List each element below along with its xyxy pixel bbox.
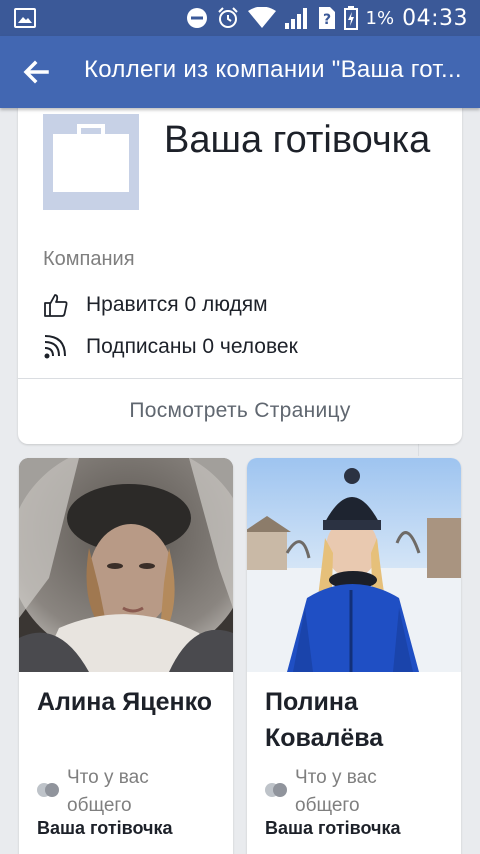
view-page-button[interactable]: Посмотреть Страницу bbox=[18, 379, 462, 443]
status-bar: ? 1% 04:33 bbox=[0, 0, 480, 36]
svg-text:?: ? bbox=[322, 12, 330, 28]
clock: 04:33 bbox=[402, 5, 468, 31]
sim-unknown-icon: ? bbox=[318, 6, 336, 30]
mutual-company: Ваша готівочка bbox=[37, 818, 173, 838]
likes-count: Нравится 0 людям bbox=[86, 293, 268, 316]
thumbs-up-icon bbox=[44, 294, 68, 317]
card-separator bbox=[418, 444, 436, 456]
mutual-company: Ваша готівочка bbox=[265, 818, 401, 838]
company-name[interactable]: Ваша готівочка bbox=[164, 118, 430, 162]
briefcase-icon bbox=[53, 124, 129, 192]
followers-row: Подписаны 0 человек bbox=[43, 332, 298, 362]
profile-photo-image bbox=[247, 458, 461, 672]
signal-icon bbox=[284, 6, 310, 30]
battery-percent: 1% bbox=[365, 7, 395, 29]
rss-icon bbox=[44, 335, 66, 359]
wifi-icon bbox=[247, 7, 276, 29]
battery-icon bbox=[343, 6, 358, 30]
person-name[interactable]: Алина Яценко bbox=[37, 684, 227, 720]
image-notification-icon bbox=[14, 8, 36, 28]
arrow-left-icon bbox=[23, 60, 49, 84]
mutual-label: Что у вас общего bbox=[295, 767, 377, 816]
mutual-connections-icon bbox=[265, 783, 287, 797]
mutual-label: Что у вас общего bbox=[67, 767, 149, 816]
company-category: Компания bbox=[43, 248, 135, 270]
person-card[interactable]: Полина Ковалёва Что у вас общего Ваша го… bbox=[247, 458, 461, 854]
profile-photo[interactable] bbox=[247, 458, 461, 672]
person-name[interactable]: Полина Ковалёва bbox=[265, 684, 455, 756]
app-bar: Коллеги из компании "Ваша гот... bbox=[0, 36, 480, 108]
likes-row: Нравится 0 людям bbox=[43, 290, 268, 320]
do-not-disturb-icon bbox=[186, 7, 208, 29]
back-button[interactable] bbox=[20, 56, 52, 88]
company-card: Ваша готівочка Компания Нравится 0 людям… bbox=[18, 96, 462, 444]
mutual-connections-icon bbox=[37, 783, 59, 797]
profile-photo[interactable] bbox=[19, 458, 233, 672]
followers-count: Подписаны 0 человек bbox=[86, 335, 298, 358]
profile-photo-image bbox=[19, 458, 233, 672]
page-title: Коллеги из компании "Ваша гот... bbox=[84, 56, 462, 83]
alarm-icon bbox=[216, 6, 240, 30]
person-card[interactable]: Алина Яценко Что у вас общего Ваша готів… bbox=[19, 458, 233, 854]
company-logo[interactable] bbox=[43, 114, 139, 210]
